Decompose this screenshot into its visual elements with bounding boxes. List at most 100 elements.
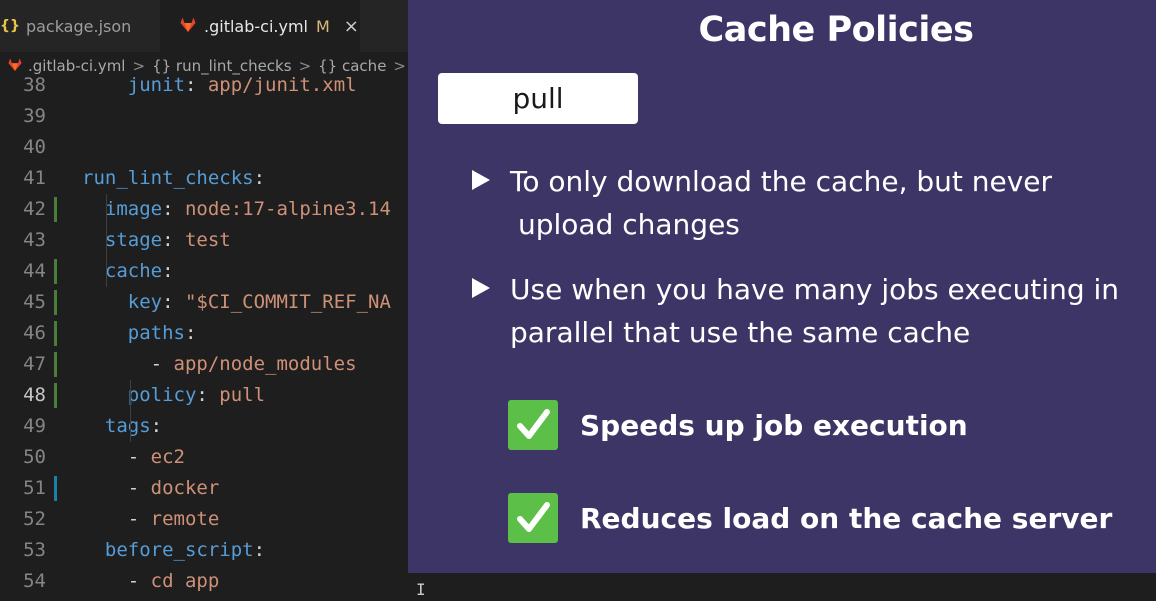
code-line[interactable]: 45 key: "$CI_COMMIT_REF_NA [0,287,408,318]
line-number: 54 [23,570,46,592]
code-line[interactable]: 46 paths: [0,318,408,349]
yaml-colon: : [162,291,185,313]
yaml-colon: : [162,229,185,251]
checkmark-icon [508,400,558,450]
code-text: policy: pull [82,380,265,411]
code-line[interactable]: 38 junit: app/junit.xml [0,70,408,101]
close-tab-icon[interactable]: × [344,16,359,37]
code-text: junit: app/junit.xml [82,70,357,101]
code-line[interactable]: 52 - remote [0,504,408,535]
code-text: tags: [82,411,162,442]
yaml-key: stage [104,229,163,251]
line-number: 38 [23,74,46,96]
gitlab-fox-icon [180,17,196,36]
code-lines[interactable]: 38 junit: app/junit.xml 39 40 41 run_lint_ch… [0,70,408,597]
line-number: 45 [23,291,46,313]
yaml-key: tags [104,415,151,437]
yaml-value: cd app [150,570,220,592]
yaml-value: ec2 [150,446,185,468]
check-item: Speeds up job execution [508,400,968,450]
code-editor[interactable]: {} package.json .gitlab-ci.yml M × .gitl… [0,0,408,601]
check-label: Reduces load on the cache server [580,501,1113,535]
code-line[interactable]: 53 before_script: [0,535,408,566]
code-line[interactable]: 51 - docker [0,473,408,504]
line-number: 40 [23,136,46,158]
code-line[interactable]: 43 stage: test [0,225,408,256]
code-text: - app/node_modules [82,349,357,380]
tab-gitlab-ci-yml[interactable]: .gitlab-ci.yml M × [160,0,360,52]
yaml-colon: : [184,322,197,344]
bullet-point: To only download the cache, but never up… [472,160,1112,246]
yaml-key: key [127,291,163,313]
yaml-key: cache [104,260,163,282]
indent-guide [106,194,107,287]
code-line[interactable]: 49 tags: [0,411,408,442]
list-dash: - [150,353,174,375]
code-line[interactable]: 42 image: node:17-alpine3.14 [0,194,408,225]
code-text: before_script: [82,535,265,566]
added-line-marker [54,259,57,284]
code-line[interactable]: 47 - app/node_modules [0,349,408,380]
modified-line-marker [54,476,57,501]
yaml-key: before_script [104,539,254,561]
code-text: cache: [82,256,174,287]
yaml-value: "$CI_COMMIT_REF_NA [184,291,391,313]
line-number: 41 [23,167,46,189]
yaml-colon: : [162,198,185,220]
text-cursor-icon: I [416,580,426,599]
presentation-slide: Cache Policies pull To only download the… [408,0,1156,573]
triangle-bullet-icon [472,170,490,190]
yaml-key: run_lint_checks [82,167,254,189]
code-line[interactable]: 50 - ec2 [0,442,408,473]
tab-label: package.json [25,16,132,36]
code-text: image: node:17-alpine3.14 [82,194,391,225]
tab-label: .gitlab-ci.yml [204,16,308,36]
yaml-value: node:17-alpine3.14 [184,198,391,220]
code-text: run_lint_checks: [82,163,265,194]
line-number: 51 [23,477,46,499]
line-number: 50 [23,446,46,468]
code-text: paths: [82,318,197,349]
yaml-key: policy [127,384,197,406]
slide-title: Cache Policies [698,10,974,50]
code-text: stage: test [82,225,231,256]
line-number: 49 [23,415,46,437]
editor-tab-bar: {} package.json .gitlab-ci.yml M × [0,0,408,52]
bullet-text: Use when you have many jobs executing in [510,273,1120,306]
bullet-point: Use when you have many jobs executing in… [472,268,1152,354]
added-line-marker [54,383,57,408]
line-number: 47 [23,353,46,375]
check-item: Reduces load on the cache server [508,493,1112,543]
yaml-colon: : [150,415,163,437]
code-line[interactable]: 40 [0,132,408,163]
checkmark-icon [508,493,558,543]
yaml-colon: : [253,539,266,561]
list-dash: - [127,570,151,592]
tab-package-json[interactable]: {} package.json [0,0,160,52]
code-text: - ec2 [82,442,185,473]
line-number: 46 [23,322,46,344]
yaml-colon: : [184,74,208,96]
code-line[interactable]: 48 policy: pull [0,380,408,411]
code-text: - remote [82,504,220,535]
bullet-text: parallel that use the same cache [510,316,971,349]
yaml-key: image [104,198,163,220]
list-dash: - [127,446,151,468]
code-line[interactable]: 41 run_lint_checks: [0,163,408,194]
code-line[interactable]: 54 - cd app [0,566,408,597]
yaml-value: remote [150,508,220,530]
triangle-bullet-icon [472,278,490,298]
bottom-strip [408,573,1156,601]
code-line[interactable]: 39 [0,101,408,132]
code-line[interactable]: 44 cache: [0,256,408,287]
